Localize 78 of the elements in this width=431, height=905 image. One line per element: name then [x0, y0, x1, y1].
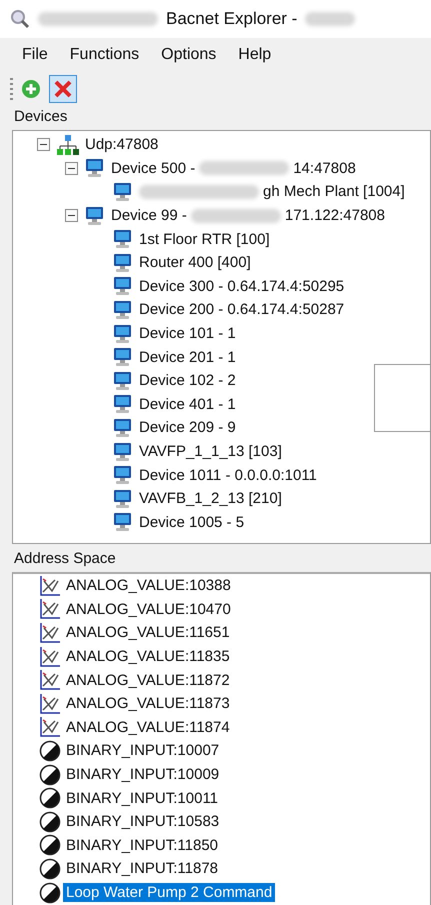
collapse-toggle[interactable] — [65, 209, 78, 222]
tree-item[interactable]: Device 201 - 1 — [139, 348, 236, 366]
tree-item[interactable]: 14:47808 — [293, 160, 356, 177]
monitor-icon — [112, 180, 134, 203]
tree-item[interactable]: Device 99 - — [111, 207, 187, 224]
menu-item[interactable]: Help — [238, 44, 272, 66]
tree-item[interactable]: Device 200 - 0.64.174.4:50287 — [139, 301, 344, 318]
list-item[interactable]: ANALOG_VALUE:11835 — [63, 647, 233, 666]
half-circle-icon — [39, 764, 61, 786]
chart-icon — [39, 669, 61, 692]
chart-icon — [39, 692, 61, 715]
list-item[interactable]: BINARY_INPUT:10009 — [63, 765, 222, 784]
monitor-icon — [112, 322, 134, 345]
tree-item[interactable]: Device 1011 - 0.0.0.0:1011 — [139, 466, 317, 484]
list-item[interactable]: ANALOG_VALUE:11874 — [63, 718, 233, 737]
list-item[interactable]: ANALOG_VALUE:11872 — [63, 670, 233, 690]
chart-icon — [39, 598, 61, 620]
monitor-icon — [112, 346, 134, 368]
list-item[interactable]: BINARY_INPUT:10583 — [63, 812, 222, 832]
monitor-icon — [112, 464, 134, 486]
tree-item[interactable]: VAVFP_1_1_13 [103] — [139, 443, 282, 460]
chart-icon — [39, 622, 61, 644]
monitor-icon — [84, 157, 106, 180]
network-icon — [56, 134, 80, 156]
list-item[interactable]: BINARY_INPUT:10007 — [63, 741, 222, 760]
monitor-icon — [112, 416, 134, 439]
menu-item[interactable]: File — [22, 44, 48, 66]
half-circle-icon — [39, 787, 61, 810]
monitor-icon — [84, 204, 106, 227]
monitor-icon — [112, 298, 134, 321]
monitor-icon — [112, 511, 134, 534]
delete-button[interactable] — [49, 75, 77, 103]
half-circle-icon — [39, 858, 61, 880]
list-item[interactable]: ANALOG_VALUE:11651 — [63, 623, 233, 642]
list-item[interactable]: Loop Water Pump 2 Command — [63, 883, 276, 902]
tree-item[interactable]: gh Mech Plant [1004] — [263, 183, 405, 200]
tree-item[interactable]: Device 401 - 1 — [139, 396, 236, 413]
half-circle-icon — [39, 834, 61, 856]
list-item[interactable]: BINARY_INPUT:11850 — [63, 836, 222, 855]
half-circle-icon — [39, 740, 61, 762]
monitor-icon — [112, 370, 134, 392]
menu-item[interactable]: Options — [161, 44, 216, 66]
tree-item[interactable]: 171.122:47808 — [284, 207, 385, 224]
tree-item[interactable]: Device 300 - 0.64.174.4:50295 — [139, 278, 344, 295]
half-circle-icon — [39, 810, 61, 833]
monitor-icon — [112, 275, 134, 298]
chart-icon — [39, 646, 61, 668]
tree-item[interactable]: 1st Floor RTR [100] — [139, 230, 270, 248]
collapse-toggle[interactable] — [37, 138, 50, 152]
monitor-icon — [112, 252, 134, 274]
list-item[interactable]: ANALOG_VALUE:10470 — [63, 600, 234, 619]
monitor-icon — [112, 488, 134, 510]
collapse-toggle[interactable] — [65, 162, 78, 175]
list-item[interactable]: BINARY_INPUT:11878 — [63, 859, 222, 878]
chart-icon — [39, 716, 61, 738]
list-item[interactable]: ANALOG_VALUE:11873 — [63, 694, 233, 714]
panel-title: Address Space — [13, 549, 117, 569]
tree-item[interactable]: VAVFB_1_2_13 [210] — [139, 490, 282, 508]
tree-item[interactable]: Device 209 - 9 — [139, 419, 236, 436]
panel-title: Devices — [13, 107, 68, 127]
list-item[interactable]: ANALOG_VALUE:10388 — [63, 576, 234, 596]
search-icon — [10, 9, 30, 29]
tree-item[interactable]: Device 1005 - 5 — [139, 514, 244, 531]
chart-icon — [39, 574, 61, 597]
redaction-blur — [305, 12, 356, 26]
tree-item[interactable]: Device 102 - 2 — [139, 372, 236, 390]
plus-icon — [21, 79, 41, 99]
tree-item[interactable]: Device 500 - — [111, 160, 196, 177]
menu-item[interactable]: Functions — [70, 44, 140, 66]
tree-item[interactable]: Router 400 [400] — [139, 254, 251, 272]
close-icon — [53, 79, 73, 99]
monitor-icon — [112, 228, 134, 250]
tree-item[interactable]: Udp:47808 — [85, 136, 158, 154]
monitor-icon — [112, 393, 134, 416]
list-item[interactable]: BINARY_INPUT:10011 — [63, 788, 222, 808]
tree-item[interactable]: Device 101 - 1 — [139, 325, 236, 342]
window-title: Bacnet Explorer - — [166, 9, 298, 29]
monitor-icon — [112, 440, 134, 463]
